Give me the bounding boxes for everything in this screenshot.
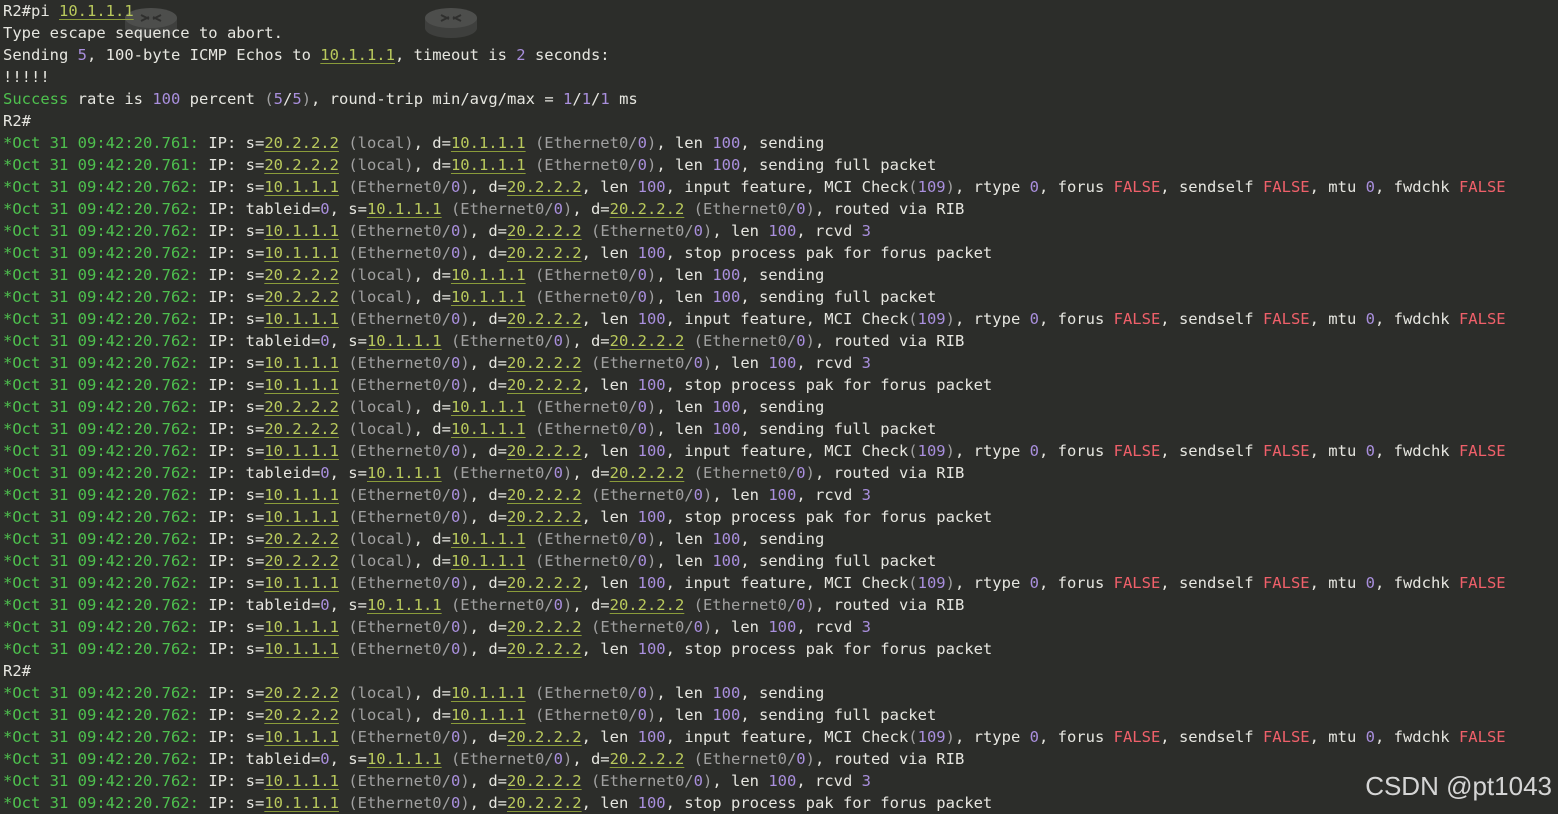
command-line: R2#pi 10.1.1.1 (3, 0, 1558, 22)
log-line: *Oct 31 09:42:20.762: IP: tableid=0, s=1… (3, 332, 965, 350)
log-line: *Oct 31 09:42:20.762: IP: s=20.2.2.2 (lo… (3, 706, 937, 724)
log-line: *Oct 31 09:42:20.762: IP: s=20.2.2.2 (lo… (3, 552, 937, 570)
output-line: Type escape sequence to abort. (3, 24, 283, 42)
log-line: *Oct 31 09:42:20.762: IP: s=10.1.1.1 (Et… (3, 244, 993, 262)
log-line: *Oct 31 09:42:20.761: IP: s=20.2.2.2 (lo… (3, 156, 937, 174)
log-line: *Oct 31 09:42:20.762: IP: s=10.1.1.1 (Et… (3, 442, 1506, 460)
log-line: *Oct 31 09:42:20.762: IP: s=10.1.1.1 (Et… (3, 794, 993, 812)
log-line: *Oct 31 09:42:20.762: IP: s=10.1.1.1 (Et… (3, 354, 871, 372)
output-line: R2# (3, 112, 31, 130)
log-line: *Oct 31 09:42:20.762: IP: s=10.1.1.1 (Et… (3, 728, 1506, 746)
log-line: *Oct 31 09:42:20.762: IP: s=20.2.2.2 (lo… (3, 684, 825, 702)
ping-target: 10.1.1.1 (59, 2, 134, 20)
log-line: *Oct 31 09:42:20.762: IP: s=10.1.1.1 (Et… (3, 574, 1506, 592)
log-line: *Oct 31 09:42:20.762: IP: s=10.1.1.1 (Et… (3, 508, 993, 526)
log-line: *Oct 31 09:42:20.762: IP: s=20.2.2.2 (lo… (3, 530, 825, 548)
log-line: *Oct 31 09:42:20.762: IP: s=20.2.2.2 (lo… (3, 420, 937, 438)
log-line: *Oct 31 09:42:20.762: IP: s=20.2.2.2 (lo… (3, 266, 825, 284)
log-line: *Oct 31 09:42:20.762: IP: s=20.2.2.2 (lo… (3, 288, 937, 306)
terminal-output[interactable]: R2#pi 10.1.1.1 Type escape sequence to a… (3, 0, 1558, 812)
debug-log: *Oct 31 09:42:20.761: IP: s=20.2.2.2 (lo… (3, 132, 1558, 814)
prompt-text: R2#pi (3, 2, 59, 20)
log-line: *Oct 31 09:42:20.762: IP: s=10.1.1.1 (Et… (3, 640, 993, 658)
log-line: *Oct 31 09:42:20.761: IP: s=20.2.2.2 (lo… (3, 134, 825, 152)
ping-output: Type escape sequence to abort. Sending 5,… (3, 22, 1558, 132)
log-line: *Oct 31 09:42:20.762: IP: s=10.1.1.1 (Et… (3, 486, 871, 504)
log-line: *Oct 31 09:42:20.762: IP: s=10.1.1.1 (Et… (3, 618, 871, 636)
log-line: *Oct 31 09:42:20.762: IP: s=10.1.1.1 (Et… (3, 376, 993, 394)
log-line: *Oct 31 09:42:20.762: IP: s=20.2.2.2 (lo… (3, 398, 825, 416)
log-line: *Oct 31 09:42:20.762: IP: tableid=0, s=1… (3, 750, 965, 768)
log-line: *Oct 31 09:42:20.762: IP: tableid=0, s=1… (3, 200, 965, 218)
log-line: *Oct 31 09:42:20.762: IP: s=10.1.1.1 (Et… (3, 310, 1506, 328)
log-line: *Oct 31 09:42:20.762: IP: s=10.1.1.1 (Et… (3, 178, 1506, 196)
log-line: *Oct 31 09:42:20.762: IP: tableid=0, s=1… (3, 464, 965, 482)
log-line: *Oct 31 09:42:20.762: IP: s=10.1.1.1 (Et… (3, 222, 871, 240)
output-line: Sending 5, 100-byte ICMP Echos to 10.1.1… (3, 46, 610, 64)
watermark: CSDN @pt1043 (1365, 771, 1552, 801)
output-line: Success rate is 100 percent (5/5), round… (3, 90, 638, 108)
prompt-line: R2# (3, 662, 31, 680)
output-line: !!!!! (3, 68, 50, 86)
log-line: *Oct 31 09:42:20.762: IP: tableid=0, s=1… (3, 596, 965, 614)
log-line: *Oct 31 09:42:20.762: IP: s=10.1.1.1 (Et… (3, 772, 871, 790)
